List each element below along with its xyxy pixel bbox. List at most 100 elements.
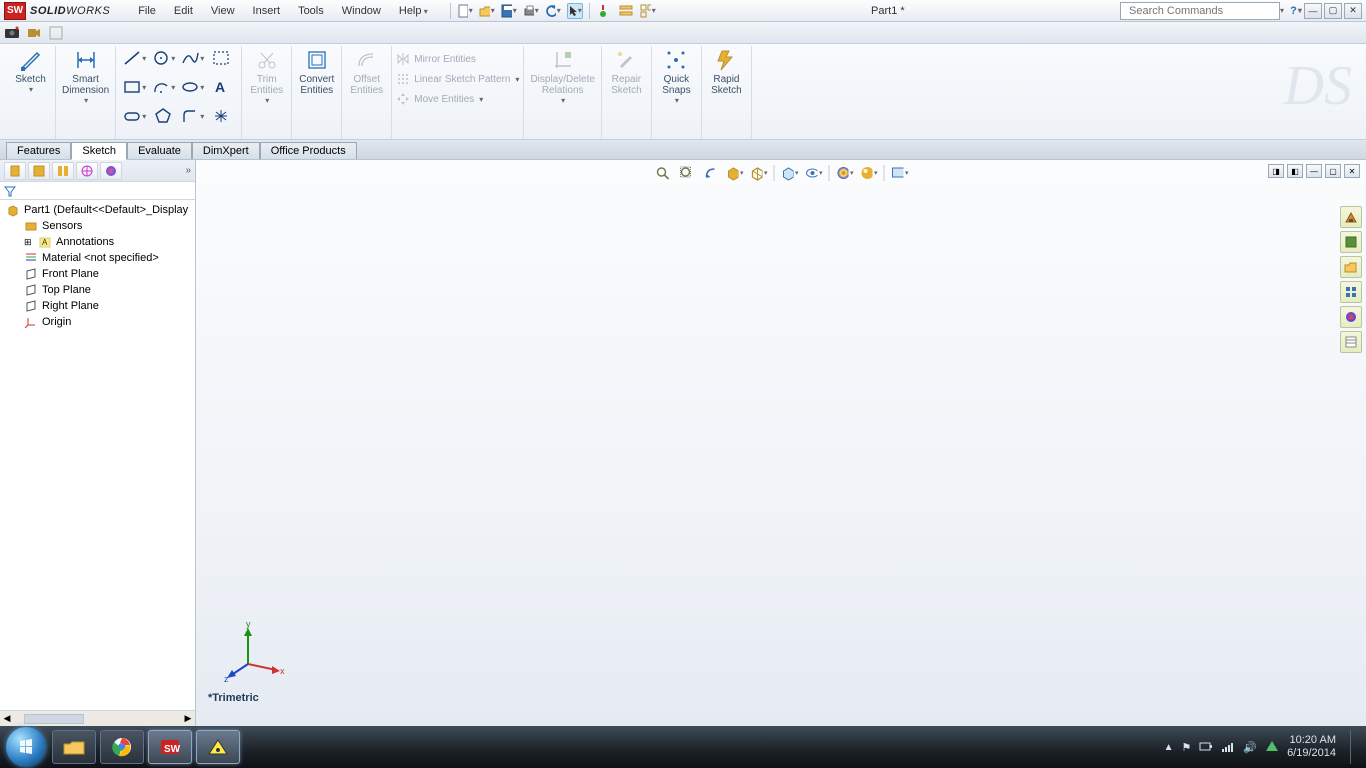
tree-material[interactable]: Material <not specified> (0, 250, 195, 266)
feature-tree-tab[interactable] (4, 162, 26, 180)
menu-help[interactable]: Help (391, 3, 436, 19)
tab-sketch[interactable]: Sketch (71, 142, 127, 160)
rebuild-button[interactable] (596, 3, 612, 19)
scene-icon[interactable] (860, 164, 878, 182)
sidebar-hscroll[interactable]: ◀▶ (0, 710, 195, 726)
fillet-tool[interactable]: ▾ (180, 106, 204, 126)
custom-props-icon[interactable] (1340, 331, 1362, 353)
tab-dimxpert[interactable]: DimXpert (192, 142, 260, 159)
dimxpert-tab[interactable] (76, 162, 98, 180)
sketch-group[interactable]: Sketch ▾ (6, 46, 56, 139)
arc-tool[interactable]: ▾ (151, 77, 175, 97)
config-tab[interactable] (52, 162, 74, 180)
doc-restore-button[interactable]: ▢ (1325, 164, 1341, 178)
text-tool[interactable]: A (209, 77, 233, 97)
doc1-button[interactable]: ◨ (1268, 164, 1284, 178)
tab-features[interactable]: Features (6, 142, 71, 159)
help-button[interactable]: ?▾ (1288, 3, 1304, 19)
tree-right-plane[interactable]: Right Plane (0, 298, 195, 314)
appearance-icon[interactable] (836, 164, 854, 182)
doc2-button[interactable]: ◧ (1287, 164, 1303, 178)
slot-tool[interactable]: ▾ (122, 106, 146, 126)
rectangle-dashed-tool[interactable] (209, 48, 233, 68)
expander-icon[interactable]: ⊞ (24, 237, 34, 248)
doc-close-button[interactable]: ✕ (1344, 164, 1360, 178)
tab-office-products[interactable]: Office Products (260, 142, 357, 159)
appearances-icon[interactable] (1340, 306, 1362, 328)
zoom-area-icon[interactable] (678, 164, 696, 182)
offset-entities-group[interactable]: OffsetEntities (342, 46, 392, 139)
record-icon[interactable] (26, 25, 42, 41)
polygon-tool[interactable] (151, 106, 175, 126)
tree-sensors[interactable]: Sensors (0, 218, 195, 234)
tray-drive-icon[interactable] (1265, 740, 1279, 754)
tree-annotations[interactable]: ⊞AAnnotations (0, 234, 195, 250)
taskbar-chrome[interactable] (100, 730, 144, 764)
quick-snaps-group[interactable]: QuickSnaps ▾ (652, 46, 702, 139)
tree-root[interactable]: Part1 (Default<<Default>_Display State 1… (0, 202, 195, 218)
point-tool[interactable] (209, 106, 233, 126)
tray-volume-icon[interactable]: 🔊 (1243, 741, 1257, 754)
convert-entities-group[interactable]: ConvertEntities (292, 46, 342, 139)
zoom-fit-icon[interactable] (654, 164, 672, 182)
rectangle-tool[interactable]: ▾ (122, 77, 146, 97)
menu-tools[interactable]: Tools (290, 3, 332, 19)
tray-up-icon[interactable]: ▲ (1164, 742, 1174, 753)
open-button[interactable]: ▾ (479, 3, 495, 19)
view-palette-icon[interactable] (1340, 281, 1362, 303)
hide-show-icon[interactable] (805, 164, 823, 182)
mirror-entities[interactable]: Mirror Entities (396, 52, 519, 66)
tray-clock[interactable]: 10:20 AM 6/19/2014 (1287, 734, 1336, 760)
graphics-viewport[interactable]: ◨ ◧ — ▢ ✕ y x z (196, 160, 1366, 726)
tray-flag-icon[interactable]: ⚑ (1181, 741, 1191, 754)
file-explorer-icon[interactable] (1340, 256, 1362, 278)
tree-front-plane[interactable]: Front Plane (0, 266, 195, 282)
options2-button[interactable]: ▾ (640, 3, 656, 19)
view-settings-icon[interactable] (891, 164, 909, 182)
feature-filter[interactable] (0, 182, 195, 200)
taskbar-solidworks[interactable]: SW (148, 730, 192, 764)
linear-pattern[interactable]: Linear Sketch Pattern▾ (396, 72, 519, 86)
menu-file[interactable]: File (130, 3, 164, 19)
view-orientation-icon[interactable] (750, 164, 768, 182)
select-button[interactable]: ▾ (567, 3, 583, 19)
line-tool[interactable]: ▾ (122, 48, 146, 68)
taskbar-app2[interactable] (196, 730, 240, 764)
start-orb[interactable] (6, 727, 46, 767)
property-tab[interactable] (28, 162, 50, 180)
menu-insert[interactable]: Insert (245, 3, 289, 19)
resources-icon[interactable] (1340, 206, 1362, 228)
move-entities[interactable]: Move Entities▾ (396, 92, 519, 106)
search-input[interactable] (1129, 5, 1271, 17)
menu-view[interactable]: View (203, 3, 243, 19)
tree-origin[interactable]: Origin (0, 314, 195, 330)
trim-entities-group[interactable]: TrimEntities ▾ (242, 46, 292, 139)
spline-tool[interactable]: ▾ (180, 48, 204, 68)
search-commands[interactable]: >_ ▾ (1120, 2, 1280, 20)
display-style-icon[interactable] (781, 164, 799, 182)
menu-edit[interactable]: Edit (166, 3, 201, 19)
menu-window[interactable]: Window (334, 3, 389, 19)
design-library-icon[interactable] (1340, 231, 1362, 253)
section-view-icon[interactable] (726, 164, 744, 182)
close-button[interactable]: ✕ (1344, 3, 1362, 19)
print-button[interactable]: ▾ (523, 3, 539, 19)
show-desktop[interactable] (1350, 730, 1360, 764)
expand-panel-icon[interactable]: » (185, 165, 191, 176)
prev-view-icon[interactable] (702, 164, 720, 182)
display-tab[interactable] (100, 162, 122, 180)
options-button[interactable] (618, 3, 634, 19)
save-button[interactable]: ▾ (501, 3, 517, 19)
attach-icon[interactable] (48, 25, 64, 41)
tree-top-plane[interactable]: Top Plane (0, 282, 195, 298)
taskbar-explorer[interactable] (52, 730, 96, 764)
rapid-sketch-group[interactable]: RapidSketch (702, 46, 752, 139)
display-relations-group[interactable]: Display/DeleteRelations ▾ (524, 46, 601, 139)
smart-dimension-group[interactable]: SmartDimension ▾ (56, 46, 116, 139)
undo-button[interactable]: ▾ (545, 3, 561, 19)
restore-button[interactable]: ▢ (1324, 3, 1342, 19)
tab-evaluate[interactable]: Evaluate (127, 142, 192, 159)
minimize-button[interactable]: — (1304, 3, 1322, 19)
tray-wifi-icon[interactable] (1221, 741, 1235, 753)
circle-tool[interactable]: ▾ (151, 48, 175, 68)
